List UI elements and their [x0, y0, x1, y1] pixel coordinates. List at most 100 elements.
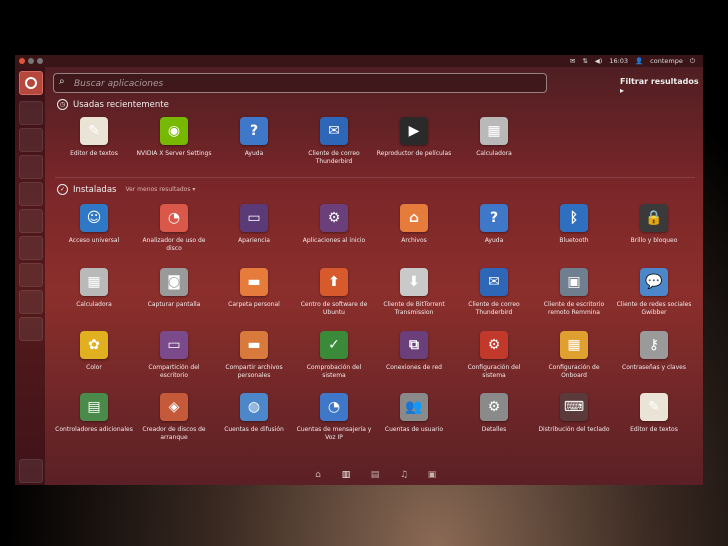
system-settings-icon: ⚙ — [480, 331, 508, 359]
music-lens-icon[interactable]: ♫ — [399, 470, 409, 480]
launcher-item[interactable] — [19, 290, 43, 314]
minimize-window-button[interactable] — [28, 58, 34, 64]
app-tile[interactable]: ⧉ Conexiones de red — [375, 331, 453, 372]
app-label: Configuración de Onboard — [548, 364, 600, 379]
network-indicator-icon[interactable]: ⇅ — [582, 57, 587, 65]
user-name[interactable]: contempe — [650, 57, 683, 65]
app-tile[interactable]: ▦ Calculadora — [455, 117, 533, 158]
app-tile[interactable]: ⬆ Centro de software de Ubuntu — [295, 268, 373, 316]
details-icon: ⚙ — [480, 393, 508, 421]
top-panel: ✉ ⇅ ◀) 16:03 👤 contempe ⏻ — [15, 55, 703, 67]
software-center-icon: ⬆ — [320, 268, 348, 296]
volume-icon[interactable]: ◀) — [595, 57, 603, 65]
launcher-item[interactable] — [19, 317, 43, 341]
app-tile[interactable]: ✓ Comprobación del sistema — [295, 331, 373, 379]
app-tile[interactable]: ▦ Calculadora — [55, 268, 133, 309]
app-tile[interactable]: 👥 Cuentas de usuario — [375, 393, 453, 434]
files-lens-icon[interactable]: ▤ — [370, 470, 380, 480]
app-tile[interactable]: ▬ Carpeta personal — [215, 268, 293, 309]
thunderbird-icon: ✉ — [320, 117, 348, 145]
text-editor-icon: ✎ — [640, 393, 668, 421]
show-less-results-link[interactable]: Ver menos resultados ▾ — [125, 186, 195, 193]
search-box: ⌕ — [53, 73, 547, 93]
app-label: Cliente de redes sociales Gwibber — [616, 301, 692, 316]
launcher-item[interactable] — [19, 263, 43, 287]
ubuntu-logo-icon — [25, 77, 37, 89]
app-tile[interactable]: ◈ Creador de discos de arranque — [135, 393, 213, 441]
search-icon: ⌕ — [59, 76, 65, 87]
installed-section-title: Instaladas — [73, 184, 117, 195]
app-label: Cuentas de difusión — [224, 426, 284, 433]
launcher-item[interactable] — [19, 209, 43, 233]
mail-icon[interactable]: ✉ — [570, 57, 575, 65]
launcher — [15, 67, 45, 485]
app-tile[interactable]: ▭ Compartición del escritorio — [135, 331, 213, 379]
launcher-item[interactable] — [19, 155, 43, 179]
app-tile[interactable]: ▶ Reproductor de películas — [375, 117, 453, 158]
filter-results-button[interactable]: Filtrar resultados ▸ — [620, 77, 703, 95]
app-tile[interactable]: ⚙ Aplicaciones al inicio — [295, 204, 373, 245]
dash-screen: ✉ ⇅ ◀) 16:03 👤 contempe ⏻ ⌕ Filtrar resu… — [15, 55, 703, 485]
app-label: Editor de textos — [70, 150, 118, 157]
launcher-item[interactable] — [19, 236, 43, 260]
app-tile[interactable]: ▭ Apariencia — [215, 204, 293, 245]
calculator-icon: ▦ — [80, 268, 108, 296]
app-tile[interactable]: ▤ Controladores adicionales — [55, 393, 133, 434]
app-tile[interactable]: ✿ Color — [55, 331, 133, 372]
app-tile[interactable]: 🔒 Brillo y bloqueo — [615, 204, 693, 245]
thunderbird-icon: ✉ — [480, 268, 508, 296]
clock-icon: ◷ — [57, 99, 68, 110]
power-icon[interactable]: ⏻ — [690, 57, 695, 66]
video-lens-icon[interactable]: ▣ — [427, 470, 437, 480]
maximize-window-button[interactable] — [37, 58, 43, 64]
app-tile[interactable]: ⚙ Configuración del sistema — [455, 331, 533, 379]
recent-section-header: ◷ Usadas recientemente — [57, 99, 169, 110]
clock[interactable]: 16:03 — [609, 57, 628, 65]
app-label: Cliente de escritorio remoto Remmina — [543, 301, 605, 316]
app-tile[interactable]: ▦ Configuración de Onboard — [535, 331, 613, 379]
app-label: Brillo y bloqueo — [630, 237, 678, 244]
messaging-icon: ◔ — [320, 393, 348, 421]
app-tile[interactable]: ◉ NVIDIA X Server Settings — [135, 117, 213, 158]
home-lens-icon[interactable]: ⌂ — [313, 470, 323, 480]
app-tile[interactable]: 💬 Cliente de redes sociales Gwibber — [615, 268, 693, 316]
app-tile[interactable]: ᛒ Bluetooth — [535, 204, 613, 245]
app-tile[interactable]: ◙ Capturar pantalla — [135, 268, 213, 309]
app-tile[interactable]: ⌂ Archivos — [375, 204, 453, 245]
app-label: Configuración del sistema — [467, 364, 521, 379]
app-tile[interactable]: ✉ Cliente de correo Thunderbird — [295, 117, 373, 165]
app-tile[interactable]: ▣ Cliente de escritorio remoto Remmina — [535, 268, 613, 316]
app-tile[interactable]: ✎ Editor de textos — [55, 117, 133, 158]
app-tile[interactable]: ? Ayuda — [455, 204, 533, 245]
app-tile[interactable]: ? Ayuda — [215, 117, 293, 158]
launcher-item[interactable] — [19, 182, 43, 206]
launcher-item[interactable] — [19, 101, 43, 125]
top-black-border — [0, 0, 728, 55]
app-tile[interactable]: ☺ Acceso universal — [55, 204, 133, 245]
bluetooth-icon: ᛒ — [560, 204, 588, 232]
app-tile[interactable]: ⚷ Contraseñas y claves — [615, 331, 693, 372]
app-tile[interactable]: ⬇ Cliente de BitTorrent Transmission — [375, 268, 453, 316]
launcher-item[interactable] — [19, 128, 43, 152]
apps-lens-icon[interactable]: ▥ — [341, 470, 351, 480]
app-label: Acceso universal — [68, 237, 120, 244]
app-label: Detalles — [481, 426, 507, 433]
app-label: Calculadora — [476, 150, 512, 157]
app-tile[interactable]: ◍ Cuentas de difusión — [215, 393, 293, 434]
search-input[interactable] — [72, 75, 536, 92]
app-label: NVIDIA X Server Settings — [136, 150, 212, 157]
app-tile[interactable]: ✎ Editor de textos — [615, 393, 693, 434]
app-tile[interactable]: ⚙ Detalles — [455, 393, 533, 434]
app-tile[interactable]: ▬ Compartir archivos personales — [215, 331, 293, 379]
dash-home-button[interactable] — [19, 71, 43, 95]
app-label: Ayuda — [244, 150, 264, 157]
app-tile[interactable]: ✉ Cliente de correo Thunderbird — [455, 268, 533, 316]
app-tile[interactable]: ⌨ Distribución del teclado — [535, 393, 613, 434]
help-icon: ? — [240, 117, 268, 145]
gwibber-icon: 💬 — [640, 268, 668, 296]
app-tile[interactable]: ◔ Analizador de uso de disco — [135, 204, 213, 252]
app-label: Apariencia — [238, 237, 270, 244]
app-tile[interactable]: ◔ Cuentas de mensajería y Voz IP — [295, 393, 373, 441]
close-window-button[interactable] — [19, 58, 25, 64]
panel-indicators: ✉ ⇅ ◀) 16:03 👤 contempe ⏻ — [570, 55, 695, 67]
